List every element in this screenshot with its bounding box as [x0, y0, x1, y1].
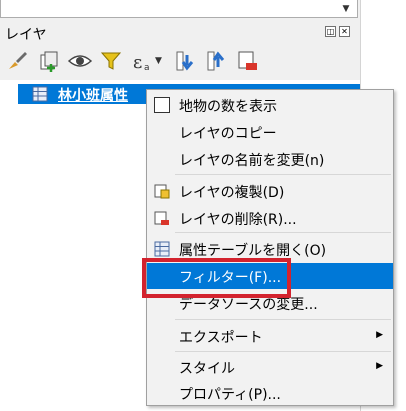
filter-icon[interactable]	[97, 47, 125, 75]
add-group-icon[interactable]	[35, 47, 63, 75]
remove-layer-icon	[154, 211, 169, 225]
style-brush-icon[interactable]	[4, 47, 32, 75]
layer-name[interactable]: 林小班属性	[58, 85, 128, 105]
close-icon[interactable]: ✕	[339, 26, 350, 37]
remove-layer-icon[interactable]	[233, 47, 261, 75]
checkbox-icon[interactable]	[154, 97, 170, 113]
chevron-down-icon[interactable]: ▼	[155, 56, 165, 66]
top-combobox[interactable]: ▼	[0, 0, 358, 18]
submenu-arrow-icon: ▶	[376, 361, 383, 371]
menu-separator	[175, 174, 391, 175]
eye-icon[interactable]	[66, 47, 94, 75]
menu-separator	[175, 319, 391, 320]
attribute-table-icon	[154, 241, 170, 257]
menu-item-copy-layer[interactable]: レイヤのコピー	[147, 119, 393, 145]
layers-toolbar: εa ▼	[4, 44, 264, 78]
menu-item-properties[interactable]: プロパティ(P)...	[147, 380, 393, 406]
expression-epsilon-icon[interactable]: εa	[128, 47, 156, 75]
chevron-down-icon[interactable]: ▼	[334, 0, 358, 17]
menu-item-export[interactable]: エクスポート ▶	[147, 323, 393, 349]
layer-context-menu: 地物の数を表示 レイヤのコピー レイヤの名前を変更(n) レイヤの複製(D) レ…	[146, 89, 394, 406]
float-icon[interactable]: ◫	[325, 26, 336, 37]
panel-controls: ◫ ✕	[325, 26, 350, 37]
submenu-arrow-icon: ▶	[376, 330, 383, 340]
table-layer-icon	[32, 86, 48, 102]
svg-text:ε: ε	[133, 52, 142, 73]
menu-item-show-feature-count[interactable]: 地物の数を表示	[147, 92, 393, 118]
menu-item-remove-layer[interactable]: レイヤの削除(R)...	[147, 205, 393, 231]
menu-item-duplicate-layer[interactable]: レイヤの複製(D)	[147, 178, 393, 204]
collapse-all-icon[interactable]	[202, 47, 230, 75]
expand-all-icon[interactable]	[171, 47, 199, 75]
menu-item-rename-layer[interactable]: レイヤの名前を変更(n)	[147, 146, 393, 172]
menu-item-style[interactable]: スタイル ▶	[147, 354, 393, 380]
menu-separator	[175, 351, 391, 352]
highlight-annotation-box	[142, 258, 291, 298]
menu-separator	[175, 232, 391, 233]
panel-title: レイヤ	[5, 27, 47, 43]
duplicate-layer-icon	[154, 184, 170, 199]
svg-text:a: a	[144, 63, 150, 73]
